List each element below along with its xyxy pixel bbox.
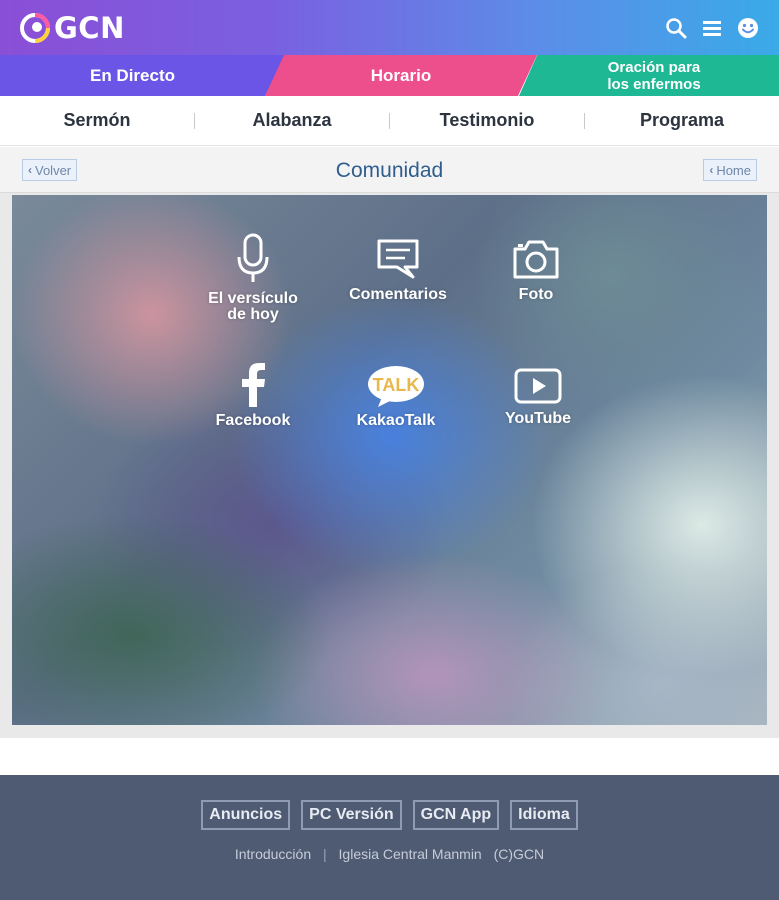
copyright-text: (C)GCN [493,846,545,862]
microphone-icon [237,233,269,282]
home-button-label: Home [716,162,751,178]
kakaotalk-item[interactable]: TALK KakaoTalk [326,365,466,429]
menu-icon[interactable] [701,17,723,39]
gcn-logo[interactable]: GCN [20,11,125,45]
item-label: El versículo de hoy [208,290,298,323]
blurred-background: El versículo de hoy Comentarios Foto Fac… [12,195,767,725]
anuncios-button[interactable]: Anuncios [201,800,291,830]
introduccion-link[interactable]: Introducción [235,846,311,862]
tab-oracion-enfermos[interactable]: Oración para los enfermos [519,55,779,96]
header-icons [665,17,759,39]
gcn-app-button[interactable]: GCN App [412,800,500,830]
youtube-icon [514,368,562,404]
chevron-left-icon: ‹ [709,163,714,177]
item-label: Foto [518,286,554,303]
content-area: El versículo de hoy Comentarios Foto Fac… [0,193,779,738]
youtube-item[interactable]: YouTube [468,367,608,427]
versiculo-de-hoy-item[interactable]: El versículo de hoy [183,233,323,323]
camera-icon [513,240,559,279]
footer-links: Introducción | Iglesia Central Manmin (C… [0,846,779,862]
tab-horario[interactable]: Horario [265,55,537,96]
kakaotalk-icon-text: TALK [373,375,420,395]
kakaotalk-icon: TALK [368,366,424,407]
nav-alabanza[interactable]: Alabanza [195,110,389,131]
page-title: Comunidad [335,159,444,182]
facebook-icon [242,363,265,407]
gcn-logo-icon [20,13,50,43]
footer-buttons: Anuncios PC Versión GCN App Idioma [0,800,779,830]
tab-en-directo[interactable]: En Directo [0,55,285,96]
footer: Anuncios PC Versión GCN App Idioma Intro… [0,775,779,900]
facebook-item[interactable]: Facebook [183,363,323,429]
footer-divider: | [323,846,327,862]
nav-programa[interactable]: Programa [585,110,779,131]
smiley-icon[interactable] [737,17,759,39]
tab-label: Horario [370,66,432,85]
pc-version-button[interactable]: PC Versión [301,800,402,830]
iglesia-link[interactable]: Iglesia Central Manmin [339,846,482,862]
top-tabs: En Directo Horario Oración para los enfe… [0,55,779,96]
nav-sermon[interactable]: Sermón [0,110,194,131]
app-header: GCN [0,0,779,55]
community-grid: El versículo de hoy Comentarios Foto Fac… [12,195,767,725]
nav-testimonio[interactable]: Testimonio [390,110,584,131]
comment-icon [377,239,419,279]
logo-text: GCN [54,11,125,45]
item-label: KakaoTalk [356,412,436,429]
title-bar: ‹ Volver Comunidad ‹ Home [0,147,779,193]
tab-label: Oración para los enfermos [607,58,701,93]
item-label: YouTube [504,410,572,427]
home-button[interactable]: ‹ Home [703,159,757,181]
sub-navigation: Sermón Alabanza Testimonio Programa [0,96,779,146]
item-label: Facebook [215,412,291,429]
search-icon[interactable] [665,17,687,39]
comentarios-item[interactable]: Comentarios [328,237,468,303]
foto-item[interactable]: Foto [466,237,606,303]
tab-label: En Directo [89,66,176,85]
item-label: Comentarios [349,286,447,303]
idioma-button[interactable]: Idioma [510,800,578,830]
